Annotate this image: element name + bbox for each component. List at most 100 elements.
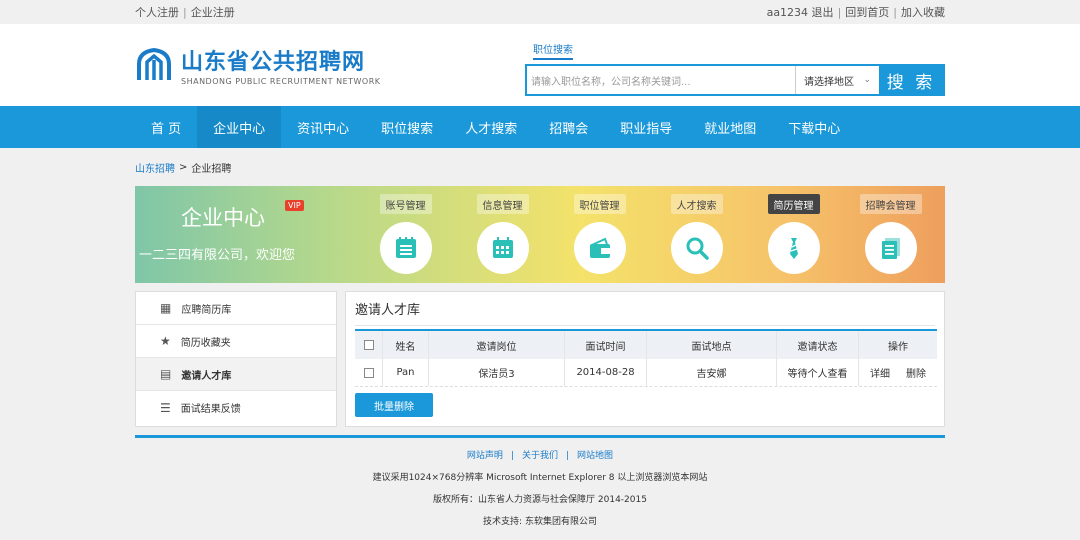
breadcrumb-separator: > — [179, 161, 188, 173]
account-doc-icon — [395, 237, 416, 258]
content-area: ▦ 应聘简历库 ★ 简历收藏夹 ▤ 邀请人才库 ☰ 面试结果反馈 邀请人才库 姓… — [135, 291, 945, 427]
tie-icon — [789, 238, 798, 259]
welcome-text: 一二三四有限公司，欢迎您 — [139, 248, 296, 263]
nav-enterprise-center[interactable]: 企业中心 — [197, 106, 282, 148]
top-bar: 个人注册 | 企业注册 aa1234 退出 | 回到首页 | 加入收藏 — [0, 0, 1080, 24]
module-label: 人才搜索 — [670, 194, 723, 214]
module-account[interactable]: 账号管理 — [357, 194, 454, 274]
module-label: 简历管理 — [767, 194, 820, 214]
module-label: 招聘会管理 — [859, 194, 922, 214]
personal-register-link[interactable]: 个人注册 — [135, 6, 179, 19]
module-label: 信息管理 — [476, 194, 529, 214]
chevron-down-icon: ⌄ — [863, 75, 871, 85]
sidebar-item-resume-library[interactable]: ▦ 应聘简历库 — [136, 292, 336, 325]
sidebar-item-invite-library[interactable]: ▤ 邀请人才库 — [136, 358, 336, 391]
register-links: 个人注册 | 企业注册 — [135, 6, 235, 19]
star-icon: ★ — [160, 334, 171, 348]
id-card-icon: ▤ — [160, 367, 172, 381]
footer-link-about[interactable]: 关于我们 — [522, 451, 558, 461]
panel-title: 邀请人才库 — [355, 292, 935, 326]
column-header: 姓名 — [383, 331, 429, 359]
building-icon: ▦ — [160, 301, 172, 315]
sidebar-item-favorites[interactable]: ★ 简历收藏夹 — [136, 325, 336, 358]
cell-place: 吉安娜 — [647, 359, 777, 386]
bulk-delete-button[interactable]: 批量删除 — [355, 393, 433, 417]
nav-job-search[interactable]: 职位搜索 — [365, 106, 449, 148]
sidebar-item-label: 简历收藏夹 — [180, 337, 231, 349]
logo-title: 山东省公共招聘网 — [181, 50, 366, 75]
sidebar-item-label: 邀请人才库 — [181, 370, 232, 382]
nav-employment-map[interactable]: 就业地图 — [688, 106, 772, 148]
enterprise-banner: 企业中心 VIP 一二三四有限公司，欢迎您 账号管理 信息管理 职位管理 人才搜… — [135, 186, 945, 283]
main-panel: 邀请人才库 姓名 邀请岗位 面试时间 面试地点 邀请状态 操作 Pan 保洁员3… — [345, 291, 945, 427]
nav-job-fair[interactable]: 招聘会 — [533, 106, 604, 148]
list-icon: ☰ — [160, 400, 171, 415]
module-label: 账号管理 — [379, 194, 432, 214]
cell-name: Pan — [383, 359, 429, 386]
sidebar-item-interview-feedback[interactable]: ☰ 面试结果反馈 — [136, 391, 336, 424]
search-button[interactable]: 搜 索 — [879, 66, 943, 94]
column-header: 面试时间 — [565, 331, 647, 359]
site-logo[interactable]: 山东省公共招聘网 SHANDONG PUBLIC RECRUITMENT NET… — [135, 44, 381, 86]
detail-link[interactable]: 详细 — [870, 365, 890, 380]
company-register-link[interactable]: 企业注册 — [191, 6, 235, 19]
cell-time: 2014-08-28 — [565, 359, 647, 386]
document-stack-icon — [881, 238, 900, 259]
sidebar-item-label: 应聘简历库 — [181, 304, 232, 316]
breadcrumb: 山东招聘 > 企业招聘 — [135, 148, 945, 186]
search-box: 请输入职位名称，公司名称关键词... 请选择地区 ⌄ 搜 索 — [525, 64, 945, 96]
module-jobs[interactable]: 职位管理 — [551, 194, 648, 274]
wallet-icon — [589, 237, 610, 258]
cell-position: 保洁员3 — [429, 359, 565, 386]
nav-news[interactable]: 资讯中心 — [281, 106, 365, 148]
search-input[interactable]: 请输入职位名称，公司名称关键词... — [527, 66, 795, 94]
main-nav: 首 页 企业中心 资讯中心 职位搜索 人才搜索 招聘会 职业指导 就业地图 下载… — [0, 106, 1080, 148]
header: 山东省公共招聘网 SHANDONG PUBLIC RECRUITMENT NET… — [0, 24, 1080, 106]
module-info[interactable]: 信息管理 — [454, 194, 551, 274]
cell-status: 等待个人查看 — [777, 359, 859, 386]
calendar-icon — [492, 237, 513, 258]
row-checkbox[interactable] — [363, 367, 374, 378]
column-header: 邀请岗位 — [429, 331, 565, 359]
delete-link[interactable]: 删除 — [906, 365, 926, 380]
invite-table: 姓名 邀请岗位 面试时间 面试地点 邀请状态 操作 Pan 保洁员3 2014-… — [355, 329, 937, 387]
module-fair[interactable]: 招聘会管理 — [842, 194, 939, 274]
user-links: aa1234 退出 | 回到首页 | 加入收藏 — [766, 6, 945, 19]
nav-download[interactable]: 下载中心 — [772, 106, 856, 148]
sidebar: ▦ 应聘简历库 ★ 简历收藏夹 ▤ 邀请人才库 ☰ 面试结果反馈 — [135, 291, 337, 427]
footer-tech-support: 技术支持: 东软集团有限公司 — [483, 517, 597, 527]
region-select-label: 请选择地区 — [804, 76, 854, 88]
table-row: Pan 保洁员3 2014-08-28 吉安娜 等待个人查看 详细 删除 — [355, 359, 937, 387]
sidebar-item-label: 面试结果反馈 — [180, 404, 241, 415]
breadcrumb-current: 企业招聘 — [191, 163, 232, 175]
footer-link-sitemap[interactable]: 网站地图 — [577, 451, 613, 461]
favorite-link[interactable]: 加入收藏 — [901, 6, 945, 19]
breadcrumb-home[interactable]: 山东招聘 — [135, 160, 175, 175]
footer-browser-note: 建议采用1024×768分辨率 Microsoft Internet Explo… — [372, 473, 708, 483]
column-header: 面试地点 — [647, 331, 777, 359]
module-label: 职位管理 — [573, 194, 626, 214]
nav-talent-search[interactable]: 人才搜索 — [449, 106, 533, 148]
footer: 网站声明 | 关于我们 | 网站地图 建议采用1024×768分辨率 Microsoft… — [135, 435, 945, 527]
logo-subtitle: SHANDONG PUBLIC RECRUITMENT NETWORK — [181, 77, 381, 86]
footer-links: 网站声明 | 关于我们 | 网站地图 — [466, 451, 614, 461]
region-select[interactable]: 请选择地区 ⌄ — [795, 66, 879, 94]
search-area: 职位搜索 请输入职位名称，公司名称关键词... 请选择地区 ⌄ 搜 索 — [525, 38, 945, 96]
select-all-checkbox[interactable] — [363, 340, 374, 350]
footer-copyright: 版权所有：山东省人力资源与社会保障厅 2014-2015 — [433, 495, 647, 505]
home-link[interactable]: 回到首页 — [845, 6, 889, 19]
logo-icon — [137, 47, 171, 80]
table-header: 姓名 邀请岗位 面试时间 面试地点 邀请状态 操作 — [355, 331, 937, 359]
tab-job-search[interactable]: 职位搜索 — [533, 41, 573, 60]
column-header: 邀请状态 — [777, 331, 859, 359]
module-talent-search[interactable]: 人才搜索 — [648, 194, 745, 274]
nav-career-guide[interactable]: 职业指导 — [604, 106, 688, 148]
module-list: 账号管理 信息管理 职位管理 人才搜索 简历管理 招聘会管理 — [357, 194, 939, 274]
search-icon — [686, 237, 709, 260]
module-resume[interactable]: 简历管理 — [745, 194, 842, 274]
logout-link[interactable]: aa1234 退出 — [767, 6, 834, 19]
nav-home[interactable]: 首 页 — [135, 106, 197, 148]
vip-badge: VIP — [285, 200, 304, 211]
banner-title: 企业中心 — [181, 206, 265, 230]
footer-link-statement[interactable]: 网站声明 — [467, 451, 503, 461]
